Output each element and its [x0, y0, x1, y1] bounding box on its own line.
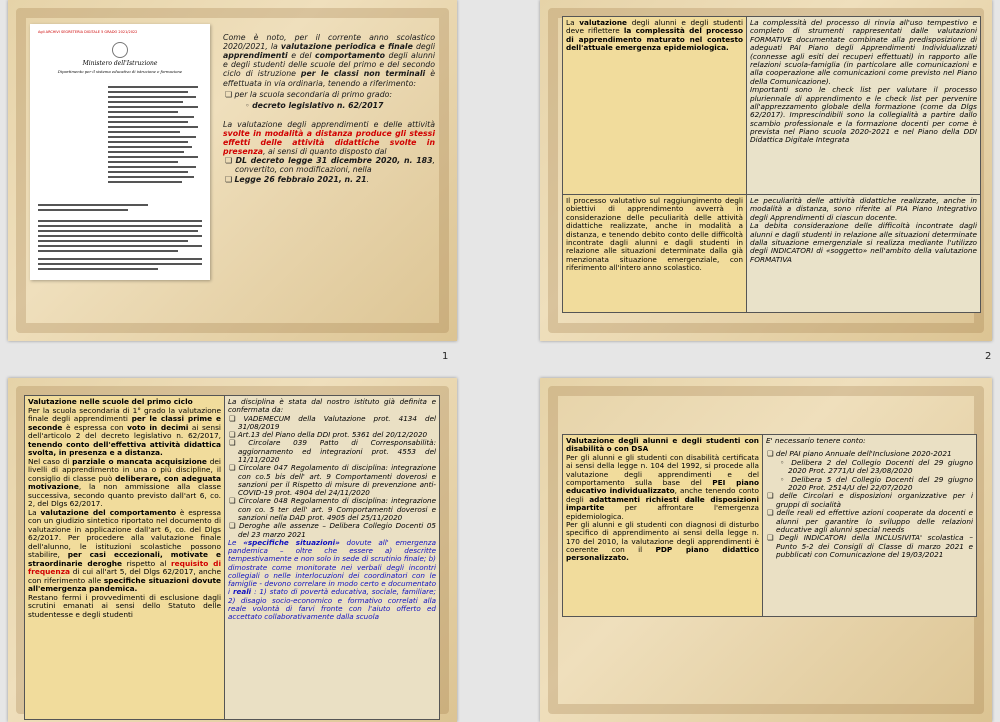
bullet-legge: ❏ Legge 26 febbraio 2021, n. 21. [225, 174, 370, 184]
sub-bullet-dlgs: ◦ decreto legislativo n. 62/2017 [245, 100, 384, 110]
para-pdp: Per gli alunni e gli studenti con diagno… [566, 519, 759, 563]
specifiche-situazioni-note: Le «specifiche situazioni» dovute all' e… [228, 537, 436, 622]
list-item: ❏ Circolare 047 Regolamento di disciplin… [229, 463, 436, 498]
cell-primo-ciclo: Valutazione nelle scuole del primo ciclo… [24, 395, 225, 720]
checkbox-bullet-icon: ❏ [225, 156, 236, 166]
disciplina-list: ❏ VADEMECUM della Valutazione prot. 4134… [228, 413, 436, 539]
slide-number-2: 2 [985, 351, 992, 362]
para-comportamento: La valutazione del comportamento è espre… [28, 507, 221, 594]
cell-peculiarita: Le peculiarità delle attività didattiche… [746, 194, 981, 313]
slide-1[interactable]: Agli ARCHIVI SEGRETERIA DIGITALE 5 GRADO… [8, 0, 457, 341]
doc-dept: Dipartimento per il sistema educativo di… [57, 69, 183, 74]
para-mancata-acquisizione: Nel caso di parziale o mancata acquisizi… [28, 456, 221, 509]
checkbox-bullet-icon: ❏ [767, 449, 776, 459]
document-thumbnail: Agli ARCHIVI SEGRETERIA DIGITALE 5 GRADO… [30, 24, 210, 280]
bullet-dl: ❏ DL decreto legge 31 dicembre 2020, n. … [225, 156, 435, 175]
slide3-table: Valutazione nelle scuole del primo ciclo… [24, 395, 440, 720]
tenere-conto-intro: E' necessario tenere conto: [766, 436, 866, 445]
para-esclusione: Restano fermi i provvedimenti di esclusi… [28, 592, 221, 619]
cell-complessita: La complessità del processo di rinvia al… [746, 16, 981, 195]
slide-number-1: 1 [442, 351, 449, 362]
doc-ministry: Ministero dell'Istruzione [82, 60, 158, 67]
slide-4[interactable]: Valutazione degli alunni e degli student… [540, 378, 992, 722]
list-item: ❏ VADEMECUM della Valutazione prot. 4134… [229, 413, 436, 431]
slide-3[interactable]: Valutazione nelle scuole del primo ciclo… [8, 378, 457, 722]
list-item: ❏ Degli INDICATORI della INCLUSIVITA' sc… [767, 533, 973, 560]
slide-2[interactable]: La valutazione degli alunni e degli stud… [540, 0, 992, 341]
para-voto-decimi: Per la scuola secondaria di 1° grado la … [28, 405, 221, 458]
disciplina-intro: La disciplina è stata dal nostro istitut… [228, 397, 436, 415]
cell-processo-valutativo: Il processo valutativo sul raggiungiment… [562, 194, 747, 313]
sub-list-item: ◦ Delibera 5 del Collegio Docenti del 29… [780, 474, 974, 492]
list-item: ❏ delle reali ed effettive azioni cooper… [767, 508, 973, 534]
cell-disciplina: La disciplina è stata dal nostro istitut… [224, 395, 440, 720]
cell-tenere-conto: E' necessario tenere conto: ❏ del PAI pi… [762, 434, 977, 617]
para-pei: Per gli alunni e gli studenti con disabi… [566, 452, 759, 521]
cell-disabilita-dsa: Valutazione degli alunni e degli student… [562, 434, 763, 617]
list-item: ❏ Circolare 048 Regolamento di disciplin… [229, 496, 436, 522]
list-item: ❏ Circolare 039 Patto di Corresponsabili… [229, 438, 436, 464]
cell-title: Valutazione degli alunni e degli student… [566, 436, 759, 454]
list-item: ❏ delle Circolari e disposizioni organiz… [767, 491, 973, 509]
list-item: ❏ Deroghe alle assenze – Delibera Colleg… [229, 521, 436, 539]
cell-valutazione: La valutazione degli alunni e degli stud… [562, 16, 747, 195]
ministry-emblem-icon [112, 42, 128, 58]
slide4-table: Valutazione degli alunni e degli student… [562, 434, 977, 617]
doc-header: Agli ARCHIVI SEGRETERIA DIGITALE 5 GRADO… [38, 30, 138, 34]
sub-list-item: ◦ Delibera 2 del Collegio Docenti del 29… [780, 457, 974, 476]
slide2-table: La valutazione degli alunni e degli stud… [562, 16, 981, 313]
slide1-text: Come è noto, per il corrente anno scolas… [223, 33, 435, 184]
slide1-para1: Come è noto, per il corrente anno scolas… [223, 33, 435, 88]
slide1-para2: La valutazione degli apprendimenti e del… [223, 119, 435, 157]
bullet-secondary-school: ❏ per la scuola secondaria di primo grad… [225, 89, 393, 99]
